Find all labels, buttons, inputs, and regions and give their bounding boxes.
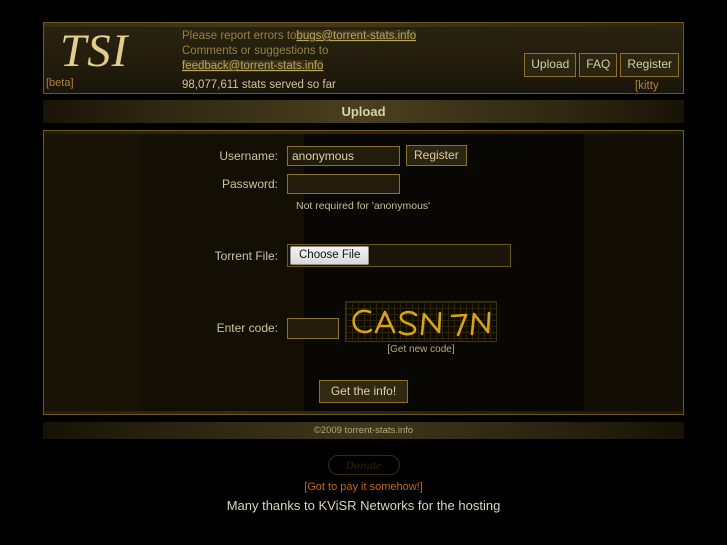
nav-upload-button[interactable]: Upload <box>524 53 577 77</box>
page-root: TSI [beta] Please report errors tobugs@t… <box>0 0 727 545</box>
captcha-image <box>345 301 497 342</box>
torrent-file-label: Torrent File: <box>214 248 278 263</box>
password-hint: Not required for 'anonymous' <box>296 200 431 212</box>
captcha-block: [Get new code] <box>345 301 497 355</box>
file-input[interactable]: Choose File <box>287 244 511 267</box>
hosting-credit: Many thanks to KViSR Networks for the ho… <box>226 498 501 513</box>
comments-line: Comments or suggestions to <box>182 44 500 59</box>
username-input[interactable] <box>287 145 400 166</box>
beta-badge: [beta] <box>46 77 74 89</box>
page-title: Upload <box>43 100 684 123</box>
enter-code-label: Enter code: <box>216 321 278 335</box>
upload-form: Username: Register Password: Not require… <box>44 131 683 355</box>
password-label: Password: <box>221 177 278 191</box>
donate-note-link[interactable]: [Got to pay it somehow!] <box>0 481 727 493</box>
comments-label: Comments or suggestions to <box>182 45 329 57</box>
logo-text: TSI <box>60 25 129 77</box>
site-container: TSI [beta] Please report errors tobugs@t… <box>43 22 684 439</box>
report-errors-line: Please report errors tobugs@torrent-stat… <box>182 29 500 44</box>
stats-served-counter: 98,077,611 stats served so far <box>182 79 336 91</box>
site-header: TSI [beta] Please report errors tobugs@t… <box>43 22 684 94</box>
nav-faq-button[interactable]: FAQ <box>579 53 618 77</box>
bugs-email-link[interactable]: bugs@torrent-stats.info <box>296 30 417 42</box>
donate-row: Donate <box>0 455 727 475</box>
panel-bottom-divider <box>44 411 683 414</box>
header-contact-block: Please report errors tobugs@torrent-stat… <box>182 29 500 93</box>
site-logo[interactable]: TSI [beta] <box>46 23 186 93</box>
nav-register-button[interactable]: Register <box>620 53 679 77</box>
torrent-file-row: Torrent File: Choose File <box>44 244 683 267</box>
captcha-glyphs <box>352 309 491 337</box>
submit-row: Get the info! <box>44 380 683 403</box>
get-new-code-link[interactable]: [Get new code] <box>345 344 497 355</box>
copyright-bar: ©2009 torrent-stats.info <box>43 422 684 439</box>
register-button[interactable]: Register <box>406 145 467 166</box>
choose-file-button[interactable]: Choose File <box>290 246 370 265</box>
donate-button[interactable]: Donate <box>327 455 400 475</box>
feedback-email-link[interactable]: feedback@torrent-stats.info <box>182 60 324 72</box>
site-footer: Donate [Got to pay it somehow!] Many tha… <box>0 455 727 513</box>
feedback-line: feedback@torrent-stats.info <box>182 59 500 74</box>
report-errors-label: Please report errors to <box>182 30 297 42</box>
captcha-row: Enter code: [Get new code] <box>44 301 683 355</box>
header-nav: UploadFAQRegister[kitty kode] <box>479 53 679 93</box>
password-input[interactable] <box>287 174 400 194</box>
upload-form-panel: Username: Register Password: Not require… <box>43 130 684 415</box>
submit-button[interactable]: Get the info! <box>318 380 409 403</box>
password-row: Password: <box>44 174 683 194</box>
username-row: Username: Register <box>44 145 683 166</box>
kitty-kode-link[interactable]: [kitty kode] <box>635 77 679 93</box>
captcha-input[interactable] <box>287 317 339 339</box>
username-label: Username: <box>219 148 278 163</box>
